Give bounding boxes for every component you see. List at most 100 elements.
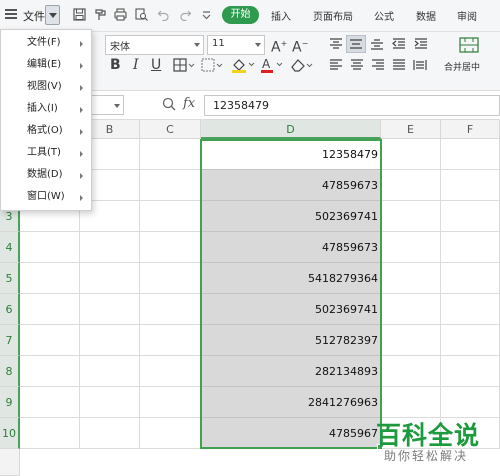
grid-cell[interactable] bbox=[441, 201, 500, 232]
fill-pattern-icon[interactable] bbox=[201, 58, 223, 72]
grid-cell[interactable] bbox=[441, 294, 500, 325]
grid-cell[interactable] bbox=[441, 139, 500, 170]
cell-d6[interactable]: 502369741 bbox=[201, 294, 381, 325]
distributed-align-icon[interactable] bbox=[413, 59, 427, 71]
undo-icon[interactable] bbox=[157, 8, 170, 21]
tab-review[interactable]: 审阅 bbox=[457, 8, 477, 23]
align-left-icon[interactable] bbox=[329, 59, 343, 71]
grid-cell[interactable] bbox=[441, 170, 500, 201]
align-right-icon[interactable] bbox=[371, 59, 385, 71]
align-bottom-icon[interactable] bbox=[370, 38, 384, 50]
tab-formulas[interactable]: 公式 bbox=[374, 8, 394, 23]
tab-data[interactable]: 数据 bbox=[416, 8, 436, 23]
grid-cell[interactable] bbox=[80, 387, 140, 418]
save-icon[interactable] bbox=[73, 8, 86, 21]
align-top-icon[interactable] bbox=[329, 38, 343, 50]
print-icon[interactable] bbox=[114, 8, 127, 21]
grid-cell[interactable] bbox=[381, 325, 441, 356]
column-header-c[interactable]: C bbox=[140, 120, 201, 139]
grid-cell[interactable] bbox=[80, 232, 140, 263]
grid-cell[interactable] bbox=[20, 356, 80, 387]
grid-cell[interactable] bbox=[80, 356, 140, 387]
cell-d8[interactable]: 282134893 bbox=[201, 356, 381, 387]
menu-icon[interactable] bbox=[5, 9, 17, 19]
column-header-f[interactable]: F bbox=[441, 120, 500, 139]
grid-cell[interactable] bbox=[140, 325, 201, 356]
cell-d5[interactable]: 5418279364 bbox=[201, 263, 381, 294]
column-header-d[interactable]: D bbox=[201, 120, 381, 139]
grid-cell[interactable] bbox=[140, 232, 201, 263]
menu-item-tools[interactable]: 工具(T) bbox=[1, 142, 91, 164]
file-dropdown-button[interactable] bbox=[45, 5, 60, 25]
cell-d1[interactable]: 12358479 bbox=[201, 139, 381, 170]
grid-cell[interactable] bbox=[20, 325, 80, 356]
cell-d2[interactable]: 47859673 bbox=[201, 170, 381, 201]
row-header[interactable]: 6 bbox=[0, 294, 20, 325]
grid-cell[interactable] bbox=[381, 263, 441, 294]
grid-cell[interactable] bbox=[441, 356, 500, 387]
cell-d10[interactable]: 4785967 bbox=[201, 418, 381, 449]
merge-center-icon[interactable] bbox=[459, 37, 479, 53]
border-icon[interactable] bbox=[173, 58, 195, 72]
grid-cell[interactable] bbox=[80, 418, 140, 449]
grid-cell[interactable] bbox=[80, 325, 140, 356]
increase-indent-icon[interactable] bbox=[414, 38, 428, 50]
grid-cell[interactable] bbox=[381, 201, 441, 232]
underline-icon[interactable]: U bbox=[151, 58, 161, 72]
menu-item-data[interactable]: 数据(D) bbox=[1, 164, 91, 186]
row-header[interactable] bbox=[0, 449, 20, 476]
cell-d3[interactable]: 502369741 bbox=[201, 201, 381, 232]
decrease-indent-icon[interactable] bbox=[392, 38, 406, 50]
merge-center-button[interactable]: 合并居中 bbox=[444, 60, 480, 73]
font-size-select[interactable]: 11 bbox=[207, 35, 265, 55]
grid-cell[interactable] bbox=[381, 139, 441, 170]
grid-cell[interactable] bbox=[441, 232, 500, 263]
row-header[interactable]: 4 bbox=[0, 232, 20, 263]
print-preview-icon[interactable] bbox=[135, 8, 148, 21]
grid-cell[interactable] bbox=[140, 356, 201, 387]
grid-cell[interactable] bbox=[20, 232, 80, 263]
row-header[interactable]: 10 bbox=[0, 418, 20, 449]
column-header-e[interactable]: E bbox=[381, 120, 441, 139]
grid-cell[interactable] bbox=[80, 294, 140, 325]
name-box[interactable] bbox=[88, 95, 124, 115]
fill-color-icon[interactable] bbox=[231, 57, 255, 73]
clear-icon[interactable] bbox=[290, 58, 314, 72]
increase-font-icon[interactable]: A+ bbox=[271, 37, 287, 55]
grid-cell[interactable] bbox=[20, 294, 80, 325]
grid-cell[interactable] bbox=[80, 263, 140, 294]
fx-icon[interactable]: fx bbox=[183, 96, 195, 111]
grid-cell[interactable] bbox=[20, 387, 80, 418]
grid-cell[interactable] bbox=[441, 387, 500, 418]
cell-d4[interactable]: 47859673 bbox=[201, 232, 381, 263]
grid-cell[interactable] bbox=[441, 263, 500, 294]
menu-item-format[interactable]: 格式(O) bbox=[1, 120, 91, 142]
grid-cell[interactable] bbox=[20, 418, 80, 449]
grid-cell[interactable] bbox=[140, 201, 201, 232]
format-painter-icon[interactable] bbox=[94, 8, 107, 21]
grid-cell[interactable] bbox=[381, 170, 441, 201]
align-center-icon[interactable] bbox=[350, 59, 364, 71]
grid-cell[interactable] bbox=[20, 263, 80, 294]
cell-d7[interactable]: 512782397 bbox=[201, 325, 381, 356]
customize-dropdown-icon[interactable] bbox=[200, 8, 213, 21]
menu-item-insert[interactable]: 插入(I) bbox=[1, 98, 91, 120]
grid-cell[interactable] bbox=[381, 356, 441, 387]
grid-cell[interactable] bbox=[140, 263, 201, 294]
font-name-select[interactable]: 宋体 bbox=[105, 35, 204, 55]
file-menu-button[interactable]: 文件 bbox=[23, 8, 45, 24]
grid-cell[interactable] bbox=[140, 170, 201, 201]
formula-input[interactable]: 12358479 bbox=[204, 95, 500, 116]
grid-cell[interactable] bbox=[381, 294, 441, 325]
grid-cell[interactable] bbox=[441, 325, 500, 356]
tab-page-layout[interactable]: 页面布局 bbox=[313, 8, 353, 23]
menu-item-file[interactable]: 文件(F) bbox=[1, 32, 91, 54]
row-header[interactable]: 9 bbox=[0, 387, 20, 418]
justify-icon[interactable] bbox=[392, 59, 406, 71]
align-middle-icon[interactable] bbox=[346, 35, 366, 53]
grid-cell[interactable] bbox=[381, 387, 441, 418]
decrease-font-icon[interactable]: A− bbox=[292, 37, 308, 55]
tab-home[interactable]: 开始 bbox=[222, 6, 259, 24]
menu-item-view[interactable]: 视图(V) bbox=[1, 76, 91, 98]
italic-icon[interactable]: I bbox=[133, 58, 139, 72]
